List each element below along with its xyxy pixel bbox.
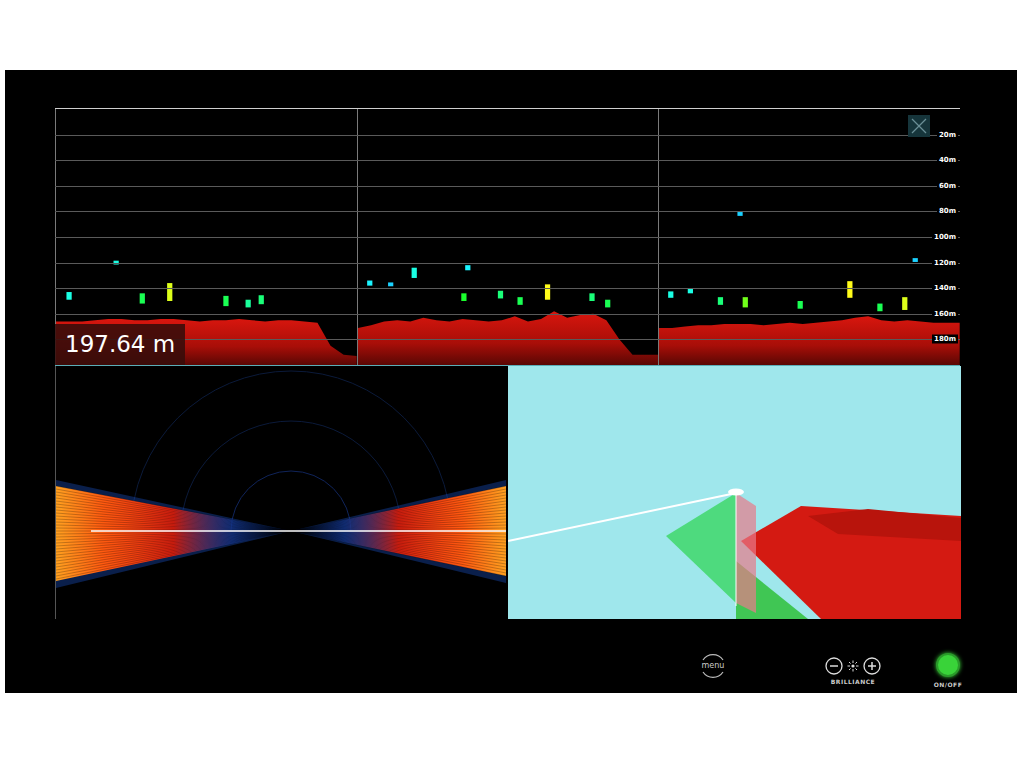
fish-echo xyxy=(259,295,264,304)
fish-echo xyxy=(411,268,416,278)
depth-tick: 120m xyxy=(932,258,958,267)
depth-tick: 180m xyxy=(932,335,958,344)
fish-echo xyxy=(167,283,172,301)
brilliance-label: BRILLIANCE xyxy=(831,678,875,685)
echogram-chart xyxy=(358,109,659,365)
fish-echo xyxy=(902,297,907,310)
fish-echo xyxy=(223,296,228,306)
gridline xyxy=(55,263,960,264)
power-indicator-icon xyxy=(936,653,960,677)
fish-echo xyxy=(688,288,693,293)
fish-echo xyxy=(140,293,145,303)
depth-tick: 20m xyxy=(937,130,958,139)
hardware-controls: menu BRILLIANCE ON/OFF xyxy=(55,643,1017,688)
close-button[interactable] xyxy=(908,115,930,137)
echogram-chart xyxy=(659,109,960,365)
gridline xyxy=(55,186,960,187)
gridline xyxy=(55,288,960,289)
fish-echo xyxy=(738,212,743,216)
fish-echo xyxy=(718,297,723,305)
depth-tick: 140m xyxy=(932,284,958,293)
gridline xyxy=(55,160,960,161)
depth-tick: 80m xyxy=(937,207,958,216)
power-button[interactable]: ON/OFF xyxy=(928,653,968,688)
fish-echo xyxy=(498,291,503,299)
brilliance-control: BRILLIANCE xyxy=(820,657,886,685)
fish-echo xyxy=(114,261,119,265)
gridline xyxy=(55,135,960,136)
track-line xyxy=(508,493,736,541)
fish-echo xyxy=(878,304,883,312)
sonar-fan-view xyxy=(55,366,506,619)
sun-icon xyxy=(847,660,859,672)
gridline xyxy=(55,237,960,238)
seabed xyxy=(358,311,659,365)
sonar-beam-cone xyxy=(666,493,736,603)
page: 20m 40m 60m 80m 100m 120m 140m 160m 180m 197.64 m… xyxy=(0,0,1024,768)
fish-echo xyxy=(517,297,522,305)
3d-scene-view[interactable] xyxy=(508,366,961,619)
fish-echo xyxy=(465,265,470,270)
depth-axis: 20m 40m 60m 80m 100m 120m 140m 160m 180m xyxy=(55,109,960,365)
depth-tick: 60m xyxy=(937,181,958,190)
heading-line xyxy=(91,530,506,532)
sonar-beam-plane xyxy=(736,493,756,613)
fish-echo xyxy=(246,300,251,308)
depth-reading: 197.64 m xyxy=(55,324,185,365)
depth-tick: 160m xyxy=(932,309,958,318)
screen: 20m 40m 60m 80m 100m 120m 140m 160m 180m 197.64 m xyxy=(55,108,960,618)
menu-button[interactable]: menu xyxy=(693,653,733,679)
echogram-panel: 20m 40m 60m 80m 100m 120m 140m 160m 180m 197.64 m xyxy=(55,108,960,365)
fish-echo xyxy=(545,284,550,299)
fan-port-swath xyxy=(56,486,291,581)
echogram-column xyxy=(357,109,659,365)
fish-echo xyxy=(367,281,372,286)
minus-icon[interactable] xyxy=(825,657,843,675)
gridline xyxy=(55,339,960,340)
fan-fringe xyxy=(56,480,291,588)
sonar-fan xyxy=(56,366,506,619)
gridline xyxy=(55,314,960,315)
close-icon xyxy=(908,115,930,137)
top-space xyxy=(0,0,1024,70)
depth-tick: 40m xyxy=(937,156,958,165)
power-label: ON/OFF xyxy=(934,681,963,688)
echogram-column xyxy=(658,109,960,365)
fish-echo xyxy=(66,292,71,300)
display-bezel: 20m 40m 60m 80m 100m 120m 140m 160m 180m 197.64 m… xyxy=(5,70,1017,693)
seabed xyxy=(659,316,960,365)
plus-icon[interactable] xyxy=(863,657,881,675)
fish-echo xyxy=(461,293,466,301)
menu-label: menu xyxy=(702,662,725,670)
fish-echo xyxy=(668,291,673,297)
fish-echo xyxy=(913,258,918,262)
depth-tick: 100m xyxy=(932,233,958,242)
fish-echo xyxy=(388,282,393,286)
lower-views xyxy=(55,365,960,619)
fish-echo xyxy=(743,297,748,307)
fish-echo xyxy=(798,301,803,309)
seabed xyxy=(56,319,357,365)
brilliance-buttons xyxy=(825,657,881,675)
boat-icon xyxy=(728,489,744,496)
fish-echo xyxy=(589,293,594,301)
fish-echo xyxy=(605,300,610,308)
gridline xyxy=(55,211,960,212)
3d-seafloor xyxy=(508,366,961,619)
fish-echo xyxy=(848,281,853,298)
